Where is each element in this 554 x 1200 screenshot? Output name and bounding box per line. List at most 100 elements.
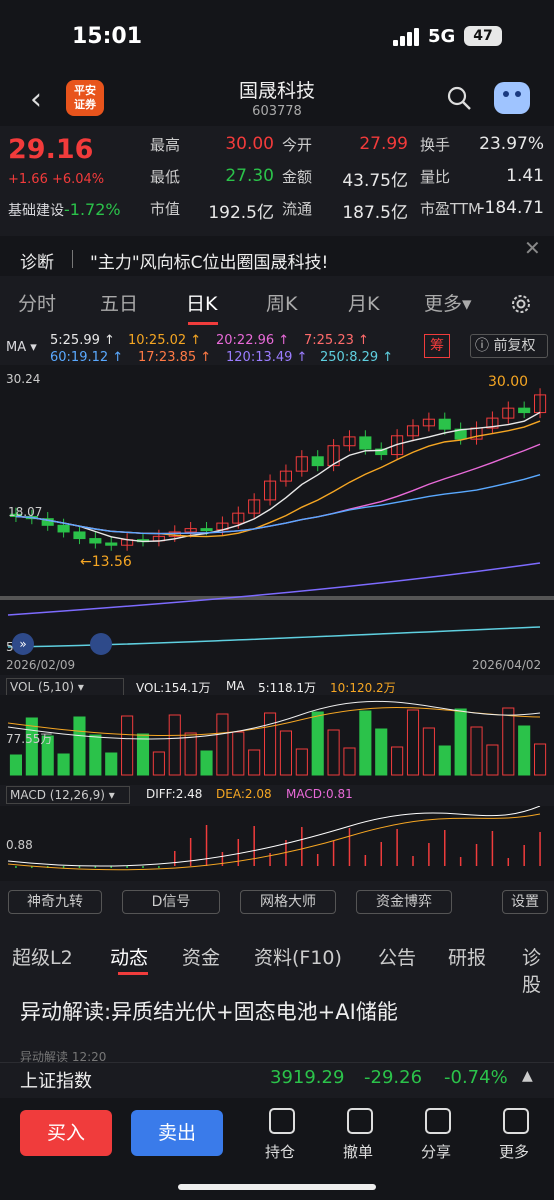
sector-badge[interactable]: 基础建设-1.72% [8,200,121,220]
volume-bar [9,754,22,776]
section-tab[interactable]: 公告 [378,943,416,970]
volume-bar [534,743,547,776]
expand-up-icon[interactable]: ▲ [522,1068,533,1084]
vol-selector[interactable]: VOL (5,10) ▾ [6,678,124,696]
tab-5[interactable]: 更多▾ [424,289,472,316]
candle-body [89,538,102,544]
date-end: 2026/04/02 [472,658,542,672]
volume-chart[interactable] [0,695,554,785]
tool-button[interactable]: D信号 [122,890,220,914]
metric-value: 192.5亿 [208,203,274,223]
notice-label: 诊断 [20,253,54,273]
sector-change: -1.72% [64,200,121,219]
tool-button[interactable]: 神奇九转 [8,890,102,914]
action-label[interactable]: 撤单 [343,1141,373,1162]
metric-label: 金额 [282,168,313,186]
adjust-button[interactable]: ⓘ 前复权 [470,334,548,358]
metric-label: 最高 [150,136,181,154]
metric-value: 43.75亿 [342,171,408,191]
tab-0[interactable]: 分时 [18,289,56,316]
section-tab[interactable]: 超级L2 [12,943,73,970]
volume-bar [136,733,150,776]
metric-value: 27.30 [225,166,274,186]
vol-axis: 77.55万 [6,732,53,746]
tool-button[interactable]: 设置 [502,890,548,914]
volume-bar [89,734,102,776]
macd-diff: DIFF:2.48 [146,787,203,801]
tool-button[interactable]: 资金博弈 [356,890,452,914]
tab-4[interactable]: 月K [348,289,379,316]
tab-3[interactable]: 周K [266,289,297,316]
expand-icon[interactable]: » [12,633,34,655]
close-icon[interactable]: ✕ [524,236,541,260]
metric-value: -184.71 [478,198,544,218]
volume-bar [73,716,86,776]
candle-body [359,436,372,450]
volume-bar [486,744,499,776]
date-start: 2026/02/09 [6,658,76,672]
section-tab-indicator [118,972,148,975]
sell-button[interactable]: 卖出 [131,1110,223,1156]
ma-selector[interactable]: MA ▾ [6,340,37,355]
index-value: 3919.29 [270,1067,345,1088]
action-icon[interactable] [503,1108,529,1134]
section-tab[interactable]: 诊股 [522,943,554,997]
notice-text: "主力"风向标C位出圈国晟科技! [90,253,329,273]
fullscreen-icon[interactable] [90,633,112,655]
volume-bar [311,711,324,776]
vol-ma10: 10:120.2万 [330,681,396,695]
robot-icon[interactable] [494,82,530,114]
ma-item: 20:22.96 ↑ [216,333,290,348]
macd-value: MACD:0.81 [286,787,353,801]
metric-label: 换手 [420,136,451,154]
section-tab[interactable]: 资料(F10) [254,943,342,970]
volume-bar [295,748,308,776]
gear-icon[interactable] [509,292,533,316]
action-label[interactable]: 分享 [421,1141,451,1162]
buy-button[interactable]: 买入 [20,1110,112,1156]
tool-button[interactable]: 网格大师 [240,890,336,914]
index-change: -29.26 [364,1067,423,1088]
candle-body [73,531,86,540]
tab-1[interactable]: 五日 [100,289,138,316]
metric-value: 1.41 [506,166,544,186]
volume-bar [200,750,213,776]
action-icon[interactable] [347,1108,373,1134]
high-label: 30.00 [488,374,529,390]
action-icon[interactable] [425,1108,451,1134]
home-indicator [178,1184,376,1190]
macd-chart[interactable] [0,806,554,881]
metric-label: 市盈TTM [420,200,482,218]
index-pct: -0.74% [444,1067,508,1088]
candle-body [518,407,531,414]
price-change: +1.66 +6.04% [8,172,105,187]
action-label[interactable]: 持仓 [265,1141,295,1162]
volume-bar [359,710,372,776]
search-icon[interactable] [446,85,472,111]
tab-2[interactable]: 日K [186,289,217,316]
candle-body [200,528,213,532]
volume-bar [279,730,293,776]
status-time: 15:01 [72,24,143,49]
macd-selector[interactable]: MACD (12,26,9) ▾ [6,786,130,804]
volume-bar [216,713,229,776]
section-tab[interactable]: 资金 [182,943,220,970]
volume-bar [422,727,435,776]
chip-button[interactable]: 筹 [424,334,450,358]
section-tab[interactable]: 研报 [448,943,486,970]
macd-dea: DEA:2.08 [216,787,272,801]
y-axis-high: 30.24 [6,372,41,386]
news-headline[interactable]: 异动解读:异质结光伏+固态电池+AI储能 [20,996,398,1026]
section-tab[interactable]: 动态 [110,943,148,970]
vol-ma-label: MA [226,679,245,693]
action-icon[interactable] [269,1108,295,1134]
candle-body [57,524,70,533]
battery-icon: 47 [464,26,502,46]
action-label[interactable]: 更多 [499,1141,529,1162]
kline-chart[interactable] [0,365,554,675]
metric-label: 最低 [150,168,181,186]
volume-bar [168,714,181,776]
ma-item: 60:19.12 ↑ [50,350,124,365]
volume-bar [57,753,70,776]
metric-label: 今开 [282,136,313,154]
